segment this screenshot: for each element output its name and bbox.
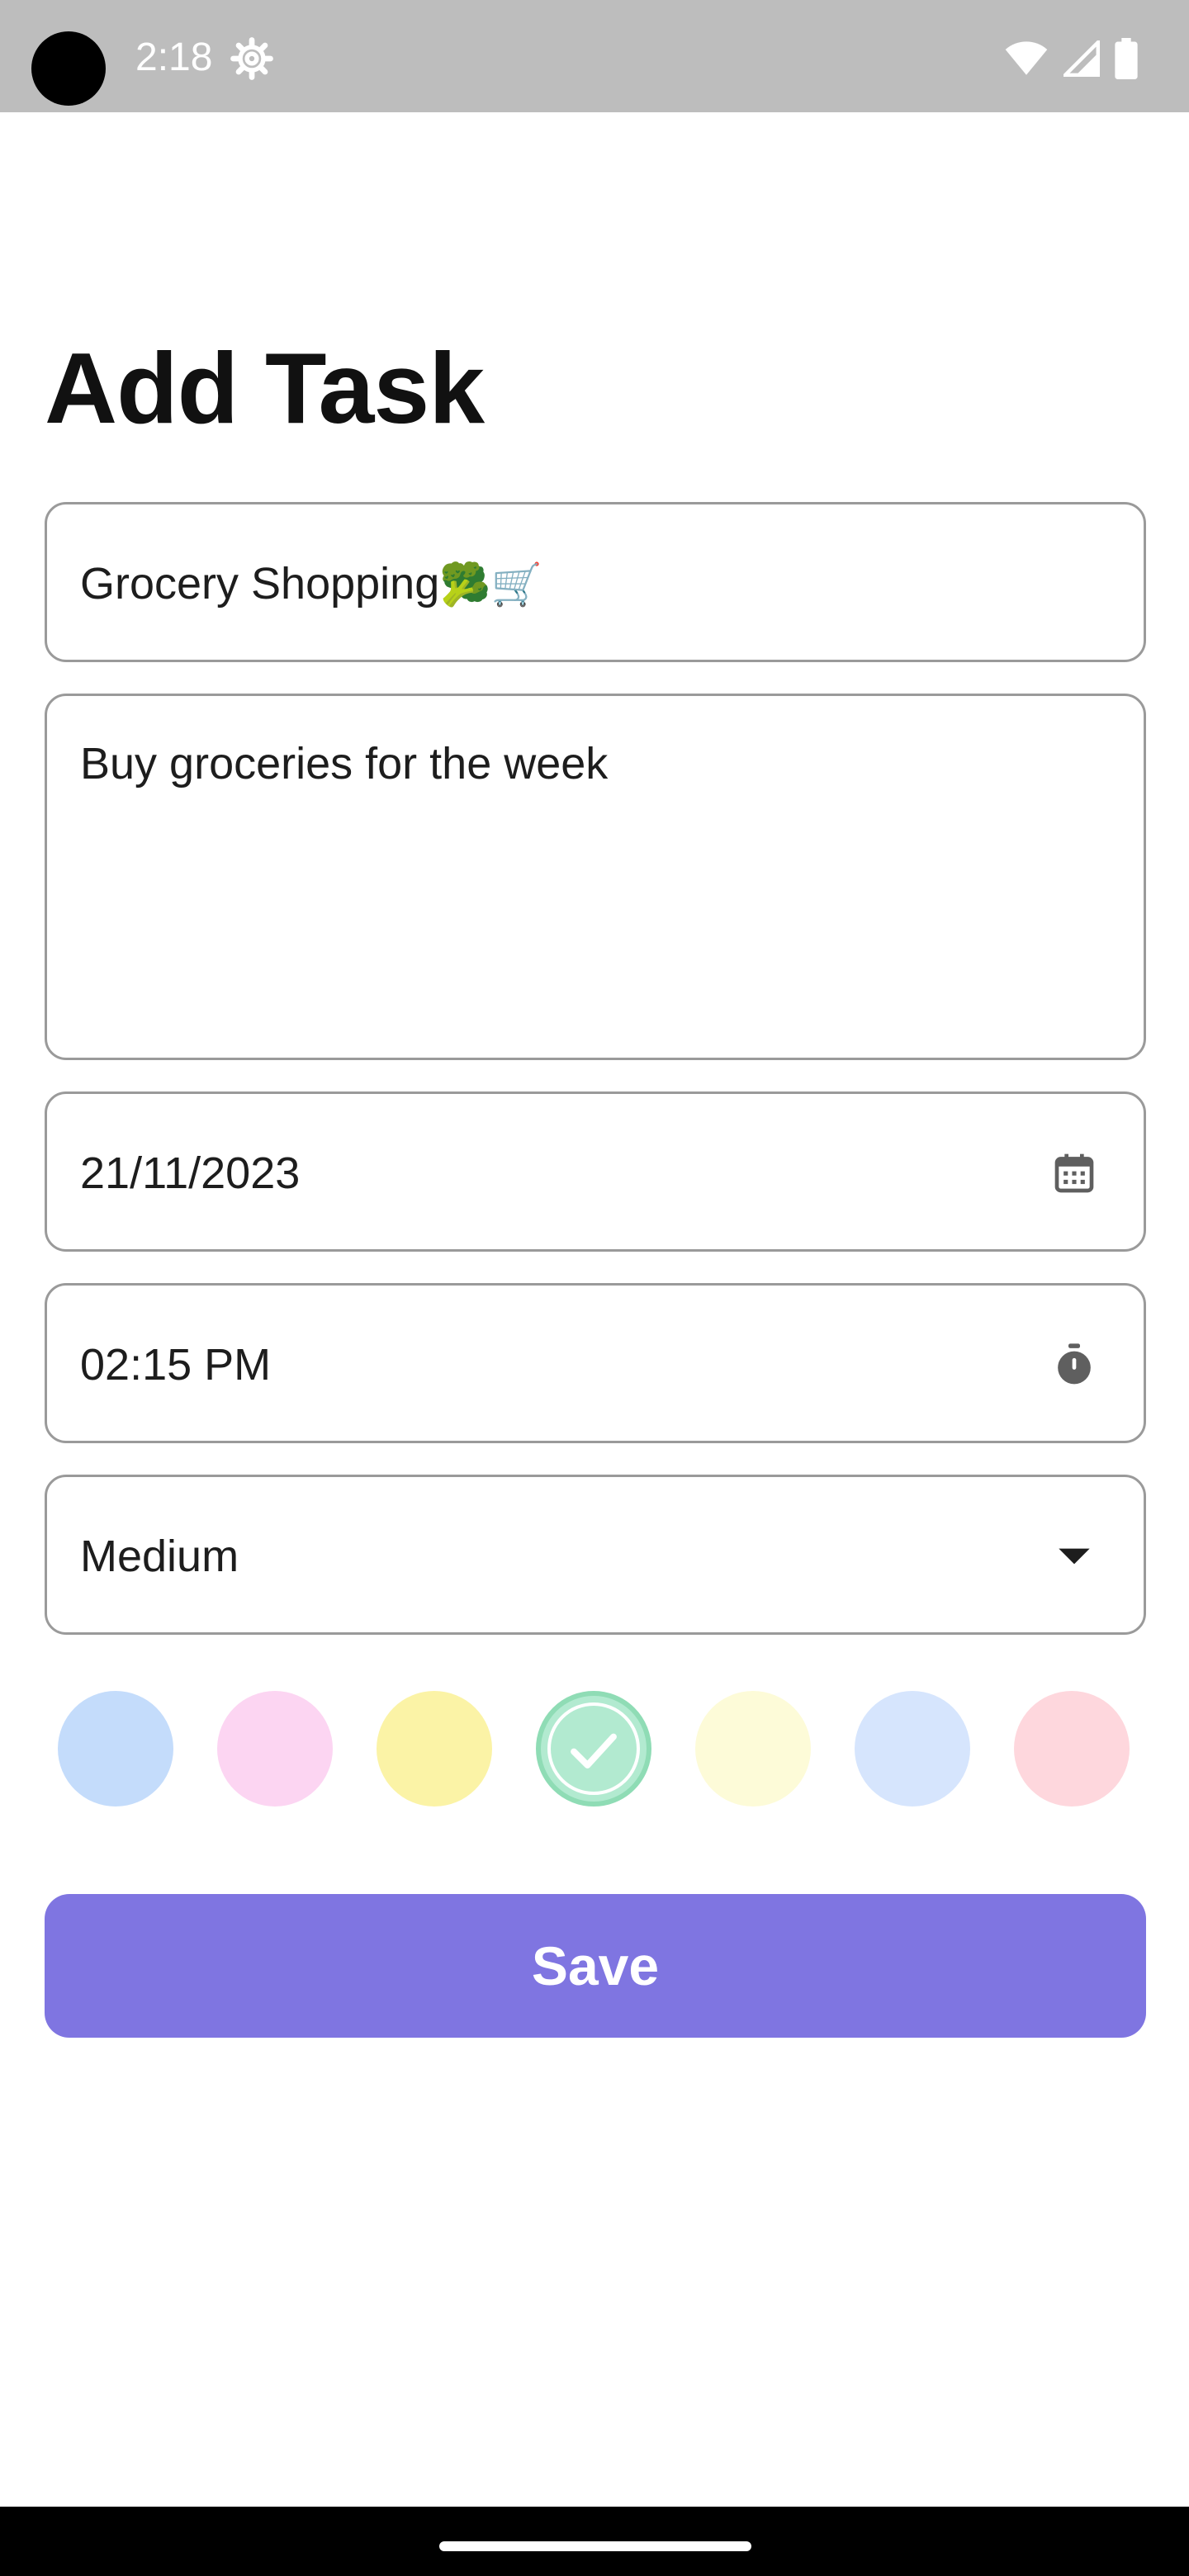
battery-icon: [1115, 38, 1138, 79]
cellular-signal-icon: [1063, 40, 1100, 77]
time-picker-field[interactable]: 02:15 PM: [45, 1283, 1146, 1443]
task-title-input[interactable]: Grocery Shopping🥦🛒: [45, 502, 1146, 662]
camera-cutout: [31, 31, 106, 106]
task-description-value: Buy groceries for the week: [80, 739, 609, 788]
date-value: 21/11/2023: [80, 1148, 301, 1198]
task-title-value: Grocery Shopping: [80, 559, 440, 608]
task-title-emojis: 🥦🛒: [439, 561, 542, 608]
page-title: Add Task: [45, 332, 485, 444]
status-time: 2:18: [135, 36, 213, 79]
dropdown-arrow-icon[interactable]: [1051, 1533, 1097, 1579]
calendar-icon[interactable]: [1051, 1150, 1097, 1196]
settings-gear-icon: [230, 37, 273, 80]
navigation-bar: [0, 2507, 1189, 2576]
color-swatch-yellow[interactable]: [377, 1691, 492, 1807]
checkmark-icon: [571, 1733, 617, 1769]
home-indicator[interactable]: [439, 2541, 751, 2551]
color-swatch-light-blue[interactable]: [855, 1691, 970, 1807]
status-bar: 2:18: [0, 0, 1189, 112]
color-swatch-rose[interactable]: [1014, 1691, 1130, 1807]
color-swatch-blue[interactable]: [58, 1691, 173, 1807]
stopwatch-icon[interactable]: [1051, 1342, 1097, 1388]
color-swatch-pink[interactable]: [217, 1691, 333, 1807]
save-button[interactable]: Save: [45, 1894, 1146, 2038]
priority-value: Medium: [80, 1532, 239, 1581]
priority-select[interactable]: Medium: [45, 1475, 1146, 1635]
date-picker-field[interactable]: 21/11/2023: [45, 1091, 1146, 1252]
color-swatch-cream[interactable]: [695, 1691, 811, 1807]
color-swatch-green[interactable]: [536, 1691, 651, 1807]
wifi-icon: [1005, 41, 1048, 75]
task-description-input[interactable]: Buy groceries for the week: [45, 694, 1146, 1060]
time-value: 02:15 PM: [80, 1340, 272, 1390]
